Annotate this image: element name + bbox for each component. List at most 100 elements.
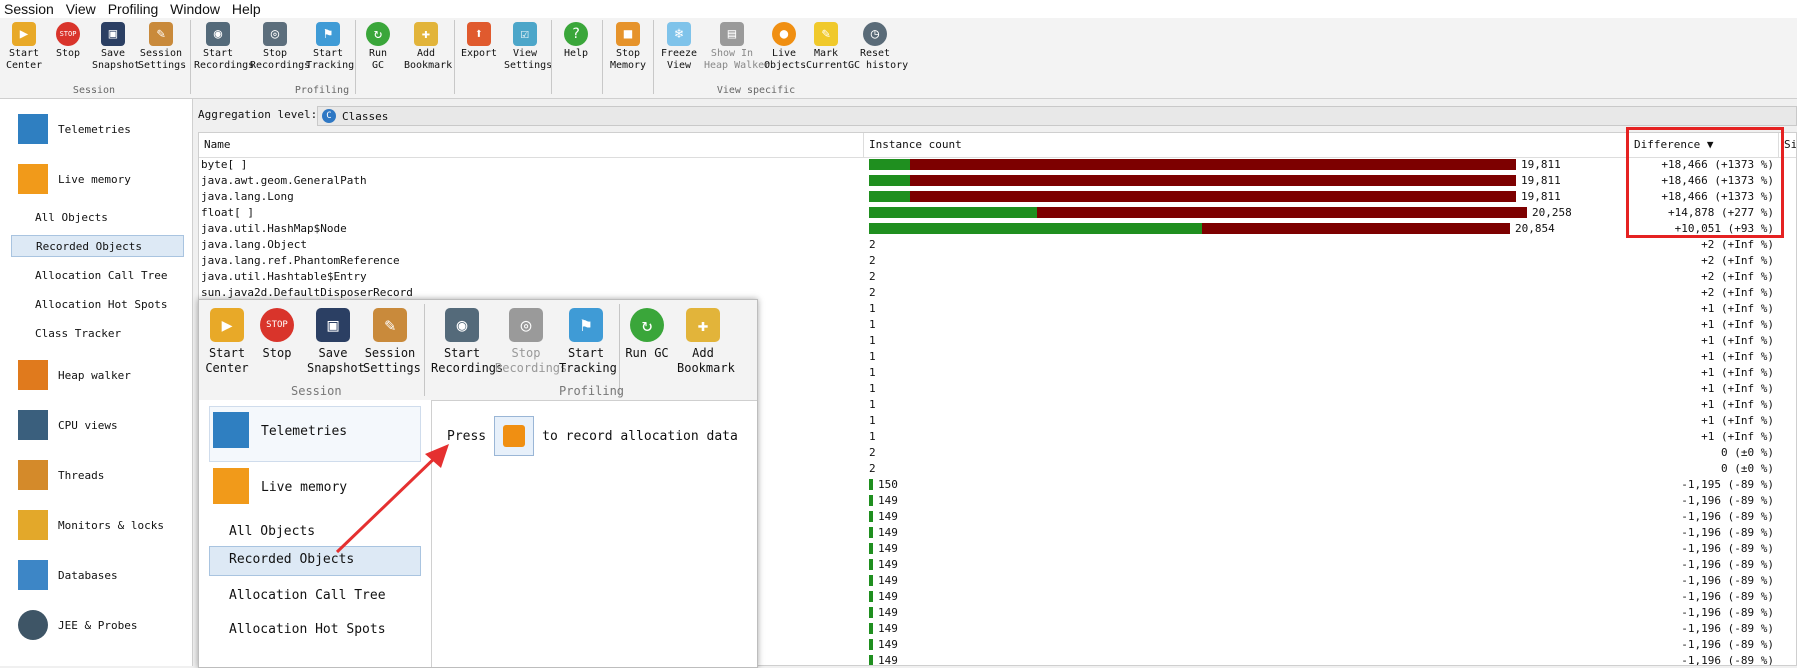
table-row[interactable]: java.lang.Object 2 +2 (+Inf %) xyxy=(199,237,1796,253)
sidebar-item-label: Live memory xyxy=(58,172,131,186)
table-row[interactable]: java.util.Hashtable$Entry 2 +2 (+Inf %) xyxy=(199,269,1796,285)
instance-bar-green xyxy=(869,479,873,490)
overlay-sidebar-telemetries[interactable]: Telemetries xyxy=(261,424,347,439)
aggregation-level-select[interactable]: C Classes xyxy=(317,106,1797,126)
settings-icon: ✎ xyxy=(373,308,407,342)
freeze-view-button[interactable]: ❄ Freeze View xyxy=(658,22,700,72)
row-instance-count: 2 xyxy=(869,462,876,475)
stop-recordings-icon: ◎ xyxy=(509,308,543,342)
add-bookmark-button[interactable]: ✚ Add Bookmark xyxy=(404,22,452,72)
table-row[interactable]: float[ ] 20,258 +14,878 (+277 %) xyxy=(199,205,1796,221)
help-button[interactable]: ? Help xyxy=(558,22,594,60)
menu-help[interactable]: Help xyxy=(228,0,265,18)
stop-memory-button[interactable]: ■ Stop Memory xyxy=(608,22,648,72)
overlay-add-bookmark-button[interactable]: ✚ Add Bookmark xyxy=(677,308,735,376)
overlay-save-snapshot-button[interactable]: ▣ Save Snapshot xyxy=(307,308,365,376)
save-snapshot-button[interactable]: ▣ Save Snapshot xyxy=(92,22,140,72)
sidebar-item-monitors-locks[interactable]: Monitors & locks xyxy=(18,507,164,543)
sidebar-item-telemetries[interactable]: Telemetries xyxy=(18,111,131,147)
row-instance-count: 2 xyxy=(869,446,876,459)
stop-recordings-button[interactable]: ◎ Stop Recordings xyxy=(250,22,310,72)
overlay-group-label-profiling: Profiling xyxy=(559,384,625,398)
overlay-start-recordings-button[interactable]: ◉ Start Recordings xyxy=(431,308,503,376)
view-settings-button[interactable]: ☑ View Settings xyxy=(504,22,552,72)
record-message-text: to record allocation data xyxy=(542,428,738,444)
live-objects-button[interactable]: ● Live Objects xyxy=(764,22,807,72)
stop-memory-icon: ■ xyxy=(616,22,640,46)
stop-button[interactable]: STOP Stop xyxy=(50,22,86,60)
start-tracking-button[interactable]: ⚑ Start Tracking xyxy=(306,22,354,72)
row-difference: +1 (+Inf %) xyxy=(1701,398,1774,411)
export-button[interactable]: ⬆ Export xyxy=(460,22,498,60)
reset-gc-history-button[interactable]: ◷ Reset GC history xyxy=(848,22,909,72)
overlay-toolbar: ▶ Start Center STOP Stop ▣ Save Snapshot… xyxy=(199,300,757,401)
menu-window[interactable]: Window xyxy=(166,0,224,18)
sidebar-item-label: Telemetries xyxy=(58,122,131,136)
row-difference: +2 (+Inf %) xyxy=(1701,286,1774,299)
row-class-name: java.lang.ref.PhantomReference xyxy=(201,254,400,267)
toolbar-separator xyxy=(551,20,552,94)
sidebar-item-cpu-views[interactable]: CPU views xyxy=(18,407,118,443)
overlay-group-label-session: Session xyxy=(291,384,342,398)
session-settings-button[interactable]: ✎ Session Settings xyxy=(138,22,186,72)
telemetries-icon xyxy=(213,412,249,448)
sidebar-item-databases[interactable]: Databases xyxy=(18,557,118,593)
overlay-stop-button[interactable]: STOP Stop xyxy=(257,308,297,361)
start-center-icon: ▶ xyxy=(210,308,244,342)
row-instance-count: 149 xyxy=(878,558,898,571)
column-header-name[interactable]: Name xyxy=(199,133,864,157)
overlay-session-settings-button[interactable]: ✎ Session Settings xyxy=(363,308,421,376)
overlay-stop-recordings-button[interactable]: ◎ Stop Recordings xyxy=(495,308,567,376)
button-label: Live Objects xyxy=(764,48,807,71)
sidebar-item-heap-walker[interactable]: Heap walker xyxy=(18,357,131,393)
row-difference: -1,196 (-89 %) xyxy=(1681,606,1774,619)
stop-icon: STOP xyxy=(56,22,80,46)
button-label: Freeze View xyxy=(660,48,698,71)
arrow-line xyxy=(335,450,443,554)
overlay-start-center-button[interactable]: ▶ Start Center xyxy=(205,308,249,376)
table-row[interactable]: java.lang.Long 19,811 +18,466 (+1373 %) xyxy=(199,189,1796,205)
overlay-sidebar-allocation-hot-spots[interactable]: Allocation Hot Spots xyxy=(229,622,386,637)
start-recordings-button[interactable]: ◉ Start Recordings xyxy=(194,22,255,72)
bookmark-icon: ✚ xyxy=(414,22,438,46)
telemetries-icon xyxy=(18,114,48,144)
table-row[interactable]: java.awt.geom.GeneralPath 19,811 +18,466 (… xyxy=(199,173,1796,189)
heap-walker-icon: ▤ xyxy=(720,22,744,46)
sidebar-subitem-all-objects[interactable]: All Objects xyxy=(35,211,108,224)
row-class-name: java.lang.Long xyxy=(201,190,294,203)
heap-walker-icon xyxy=(18,360,48,390)
menu-session[interactable]: Session xyxy=(0,0,58,18)
row-difference: -1,196 (-89 %) xyxy=(1681,638,1774,651)
sidebar-subitem-class-tracker[interactable]: Class Tracker xyxy=(35,327,121,340)
record-allocation-button[interactable] xyxy=(494,416,535,456)
mark-current-button[interactable]: ✎ Mark Current xyxy=(806,22,848,72)
row-difference: +1 (+Inf %) xyxy=(1701,318,1774,331)
sidebar-subitem-recorded-objects[interactable]: Recorded Objects xyxy=(11,235,184,257)
overlay-screenshot: ▶ Start Center STOP Stop ▣ Save Snapshot… xyxy=(198,299,758,668)
overlay-sidebar-all-objects[interactable]: All Objects xyxy=(229,524,315,539)
table-row[interactable]: byte[ ] 19,811 +18,466 (+1373 %) xyxy=(199,157,1796,173)
menu-profiling[interactable]: Profiling xyxy=(104,0,163,18)
sidebar-subitem-allocation-hot-spots[interactable]: Allocation Hot Spots xyxy=(35,298,167,311)
overlay-run-gc-button[interactable]: ↻ Run GC xyxy=(625,308,669,361)
menu-view[interactable]: View xyxy=(62,0,100,18)
row-instance-count: 149 xyxy=(878,494,898,507)
start-tracking-icon: ⚑ xyxy=(569,308,603,342)
sidebar-subitem-allocation-call-tree[interactable]: Allocation Call Tree xyxy=(35,269,167,282)
table-row[interactable]: java.util.HashMap$Node 20,854 +10,051 (+93… xyxy=(199,221,1796,237)
button-label: Start Recordings xyxy=(194,48,255,71)
instance-bar-green xyxy=(869,655,873,665)
run-gc-button[interactable]: ↻ Run GC xyxy=(360,22,396,72)
overlay-start-tracking-button[interactable]: ⚑ Start Tracking xyxy=(559,308,617,376)
start-center-button[interactable]: ▶ Start Center xyxy=(6,22,42,72)
sidebar-item-threads[interactable]: Threads xyxy=(18,457,104,493)
show-in-heap-walker-button[interactable]: ▤ Show In Heap Walker xyxy=(704,22,770,72)
sidebar-item-jee-probes[interactable]: JEE & Probes xyxy=(18,607,137,643)
arrow-annotation xyxy=(335,444,449,554)
button-label: Reset GC history xyxy=(848,48,909,71)
column-header-instance-count[interactable]: Instance count xyxy=(864,133,1629,157)
help-icon: ? xyxy=(564,22,588,46)
sidebar-item-live-memory[interactable]: Live memory xyxy=(18,161,131,197)
table-row[interactable]: java.lang.ref.PhantomReference 2 +2 (+Inf … xyxy=(199,253,1796,269)
overlay-sidebar-allocation-call-tree[interactable]: Allocation Call Tree xyxy=(229,588,386,603)
